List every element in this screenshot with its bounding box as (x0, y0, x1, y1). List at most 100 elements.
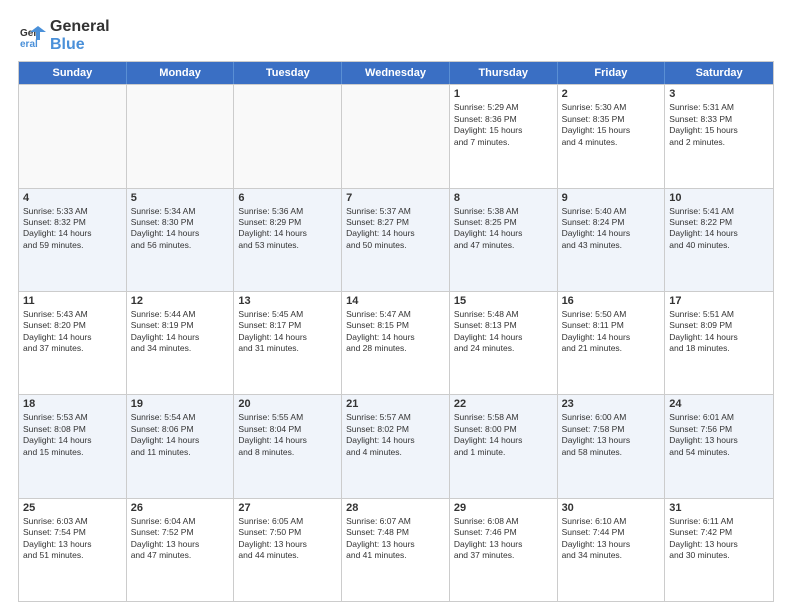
day-info: Sunrise: 6:03 AM Sunset: 7:54 PM Dayligh… (23, 516, 122, 562)
calendar-row-4: 18 Sunrise: 5:53 AM Sunset: 8:08 PM Dayli… (19, 394, 773, 497)
day-info: Sunrise: 5:58 AM Sunset: 8:00 PM Dayligh… (454, 412, 553, 458)
day-cell-13: 13Sunrise: 5:45 AM Sunset: 8:17 PM Dayli… (234, 292, 342, 394)
svg-text:eral: eral (20, 39, 38, 50)
day-cell-24: 24Sunrise: 6:01 AM Sunset: 7:56 PM Dayli… (665, 395, 773, 497)
day-info: Sunrise: 5:54 AM Sunset: 8:06 PM Dayligh… (131, 412, 230, 458)
day-info: Sunrise: 5:51 AM Sunset: 8:09 PM Dayligh… (669, 309, 769, 355)
day-number: 28 (346, 502, 445, 514)
day-info: Sunrise: 5:40 AM Sunset: 8:24 PM Dayligh… (562, 206, 661, 252)
empty-cell (234, 85, 342, 187)
weekday-header-friday: Friday (558, 62, 666, 84)
calendar-header: SundayMondayTuesdayWednesdayThursdayFrid… (19, 62, 773, 84)
day-info: Sunrise: 6:00 AM Sunset: 7:58 PM Dayligh… (562, 412, 661, 458)
calendar-row-1: 1 Sunrise: 5:29 AM Sunset: 8:36 PM Daylig… (19, 84, 773, 187)
day-cell-15: 15 Sunrise: 5:48 AM Sunset: 8:13 PM Dayli… (450, 292, 558, 394)
day-info: Sunrise: 5:34 AM Sunset: 8:30 PM Dayligh… (131, 206, 230, 252)
day-cell-21: 21Sunrise: 5:57 AM Sunset: 8:02 PM Dayli… (342, 395, 450, 497)
day-info: Sunrise: 5:53 AM Sunset: 8:08 PM Dayligh… (23, 412, 122, 458)
day-cell-18: 18 Sunrise: 5:53 AM Sunset: 8:08 PM Dayli… (19, 395, 127, 497)
day-number: 30 (562, 502, 661, 514)
logo: Gen eral General Blue (18, 18, 110, 53)
day-cell-23: 23 Sunrise: 6:00 AM Sunset: 7:58 PM Dayli… (558, 395, 666, 497)
logo-icon: Gen eral (18, 22, 46, 50)
day-number: 27 (238, 502, 337, 514)
day-number: 21 (346, 398, 445, 410)
empty-cell (342, 85, 450, 187)
day-number: 14 (346, 295, 445, 307)
day-number: 11 (23, 295, 122, 307)
day-info: Sunrise: 6:11 AM Sunset: 7:42 PM Dayligh… (669, 516, 769, 562)
day-info: Sunrise: 5:45 AM Sunset: 8:17 PM Dayligh… (238, 309, 337, 355)
day-cell-19: 19 Sunrise: 5:54 AM Sunset: 8:06 PM Dayli… (127, 395, 235, 497)
header: Gen eral General Blue (18, 18, 774, 53)
day-cell-1: 1 Sunrise: 5:29 AM Sunset: 8:36 PM Daylig… (450, 85, 558, 187)
day-info: Sunrise: 5:31 AM Sunset: 8:33 PM Dayligh… (669, 102, 769, 148)
day-number: 18 (23, 398, 122, 410)
logo-general: General (50, 18, 110, 35)
day-number: 23 (562, 398, 661, 410)
day-cell-11: 11 Sunrise: 5:43 AM Sunset: 8:20 PM Dayli… (19, 292, 127, 394)
day-cell-26: 26 Sunrise: 6:04 AM Sunset: 7:52 PM Dayli… (127, 499, 235, 601)
calendar-body: 1 Sunrise: 5:29 AM Sunset: 8:36 PM Daylig… (19, 84, 773, 601)
day-cell-30: 30 Sunrise: 6:10 AM Sunset: 7:44 PM Dayli… (558, 499, 666, 601)
logo-blue: Blue (50, 36, 110, 54)
day-number: 16 (562, 295, 661, 307)
day-number: 5 (131, 192, 230, 204)
day-number: 15 (454, 295, 553, 307)
day-number: 7 (346, 192, 445, 204)
day-cell-12: 12Sunrise: 5:44 AM Sunset: 8:19 PM Dayli… (127, 292, 235, 394)
day-info: Sunrise: 5:38 AM Sunset: 8:25 PM Dayligh… (454, 206, 553, 252)
calendar-row-5: 25 Sunrise: 6:03 AM Sunset: 7:54 PM Dayli… (19, 498, 773, 601)
day-number: 22 (454, 398, 553, 410)
day-number: 26 (131, 502, 230, 514)
day-info: Sunrise: 5:37 AM Sunset: 8:27 PM Dayligh… (346, 206, 445, 252)
day-cell-16: 16 Sunrise: 5:50 AM Sunset: 8:11 PM Dayli… (558, 292, 666, 394)
day-number: 10 (669, 192, 769, 204)
day-number: 12 (131, 295, 230, 307)
calendar-row-3: 11 Sunrise: 5:43 AM Sunset: 8:20 PM Dayli… (19, 291, 773, 394)
day-info: Sunrise: 6:08 AM Sunset: 7:46 PM Dayligh… (454, 516, 553, 562)
day-info: Sunrise: 5:41 AM Sunset: 8:22 PM Dayligh… (669, 206, 769, 252)
empty-cell (127, 85, 235, 187)
day-cell-6: 6 Sunrise: 5:36 AM Sunset: 8:29 PM Daylig… (234, 189, 342, 291)
day-info: Sunrise: 5:36 AM Sunset: 8:29 PM Dayligh… (238, 206, 337, 252)
day-number: 17 (669, 295, 769, 307)
day-cell-3: 3Sunrise: 5:31 AM Sunset: 8:33 PM Daylig… (665, 85, 773, 187)
day-info: Sunrise: 5:47 AM Sunset: 8:15 PM Dayligh… (346, 309, 445, 355)
day-number: 25 (23, 502, 122, 514)
day-cell-25: 25 Sunrise: 6:03 AM Sunset: 7:54 PM Dayli… (19, 499, 127, 601)
day-info: Sunrise: 5:55 AM Sunset: 8:04 PM Dayligh… (238, 412, 337, 458)
day-cell-10: 10 Sunrise: 5:41 AM Sunset: 8:22 PM Dayli… (665, 189, 773, 291)
day-number: 1 (454, 88, 553, 100)
weekday-header-sunday: Sunday (19, 62, 127, 84)
day-cell-17: 17 Sunrise: 5:51 AM Sunset: 8:09 PM Dayli… (665, 292, 773, 394)
day-info: Sunrise: 5:43 AM Sunset: 8:20 PM Dayligh… (23, 309, 122, 355)
weekday-header-wednesday: Wednesday (342, 62, 450, 84)
day-info: Sunrise: 6:07 AM Sunset: 7:48 PM Dayligh… (346, 516, 445, 562)
weekday-header-tuesday: Tuesday (234, 62, 342, 84)
day-info: Sunrise: 5:48 AM Sunset: 8:13 PM Dayligh… (454, 309, 553, 355)
day-number: 24 (669, 398, 769, 410)
day-info: Sunrise: 6:10 AM Sunset: 7:44 PM Dayligh… (562, 516, 661, 562)
day-number: 2 (562, 88, 661, 100)
day-info: Sunrise: 6:05 AM Sunset: 7:50 PM Dayligh… (238, 516, 337, 562)
day-cell-4: 4Sunrise: 5:33 AM Sunset: 8:32 PM Daylig… (19, 189, 127, 291)
day-number: 4 (23, 192, 122, 204)
day-number: 31 (669, 502, 769, 514)
empty-cell (19, 85, 127, 187)
day-cell-14: 14 Sunrise: 5:47 AM Sunset: 8:15 PM Dayli… (342, 292, 450, 394)
day-info: Sunrise: 6:04 AM Sunset: 7:52 PM Dayligh… (131, 516, 230, 562)
day-cell-8: 8Sunrise: 5:38 AM Sunset: 8:25 PM Daylig… (450, 189, 558, 291)
day-number: 20 (238, 398, 337, 410)
day-cell-28: 28 Sunrise: 6:07 AM Sunset: 7:48 PM Dayli… (342, 499, 450, 601)
day-info: Sunrise: 5:50 AM Sunset: 8:11 PM Dayligh… (562, 309, 661, 355)
weekday-header-monday: Monday (127, 62, 235, 84)
weekday-header-thursday: Thursday (450, 62, 558, 84)
day-number: 6 (238, 192, 337, 204)
day-number: 19 (131, 398, 230, 410)
day-cell-20: 20 Sunrise: 5:55 AM Sunset: 8:04 PM Dayli… (234, 395, 342, 497)
day-info: Sunrise: 5:29 AM Sunset: 8:36 PM Dayligh… (454, 102, 553, 148)
calendar-row-2: 4Sunrise: 5:33 AM Sunset: 8:32 PM Daylig… (19, 188, 773, 291)
calendar: SundayMondayTuesdayWednesdayThursdayFrid… (18, 61, 774, 602)
day-cell-22: 22 Sunrise: 5:58 AM Sunset: 8:00 PM Dayli… (450, 395, 558, 497)
